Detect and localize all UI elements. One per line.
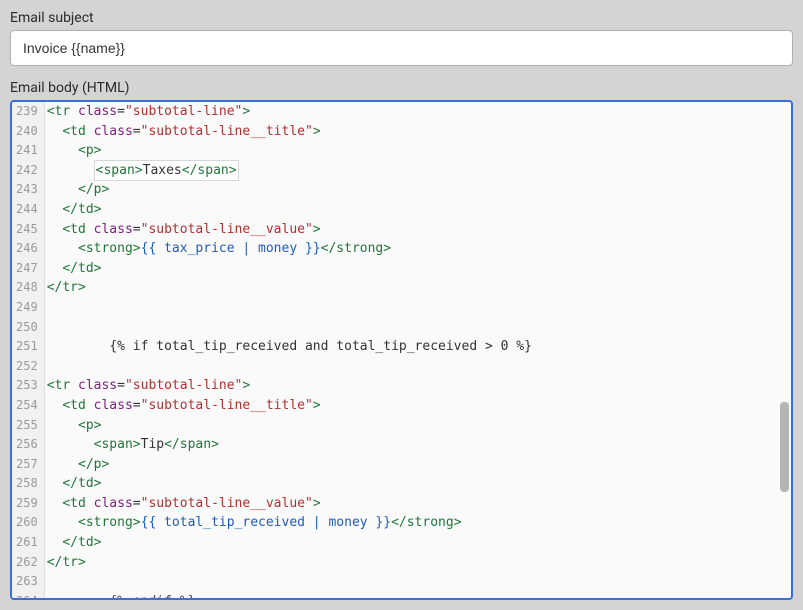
subject-label: Email subject xyxy=(10,10,793,26)
vertical-scrollbar[interactable] xyxy=(780,102,789,598)
code-content[interactable]: <tr class="subtotal-line"> <td class="su… xyxy=(45,102,791,598)
body-label: Email body (HTML) xyxy=(10,80,793,96)
scrollbar-thumb[interactable] xyxy=(780,402,789,492)
subject-input[interactable] xyxy=(10,30,793,66)
body-editor[interactable]: 2392402412422432442452462472482492502512… xyxy=(10,100,793,600)
line-number-gutter: 2392402412422432442452462472482492502512… xyxy=(12,102,45,598)
